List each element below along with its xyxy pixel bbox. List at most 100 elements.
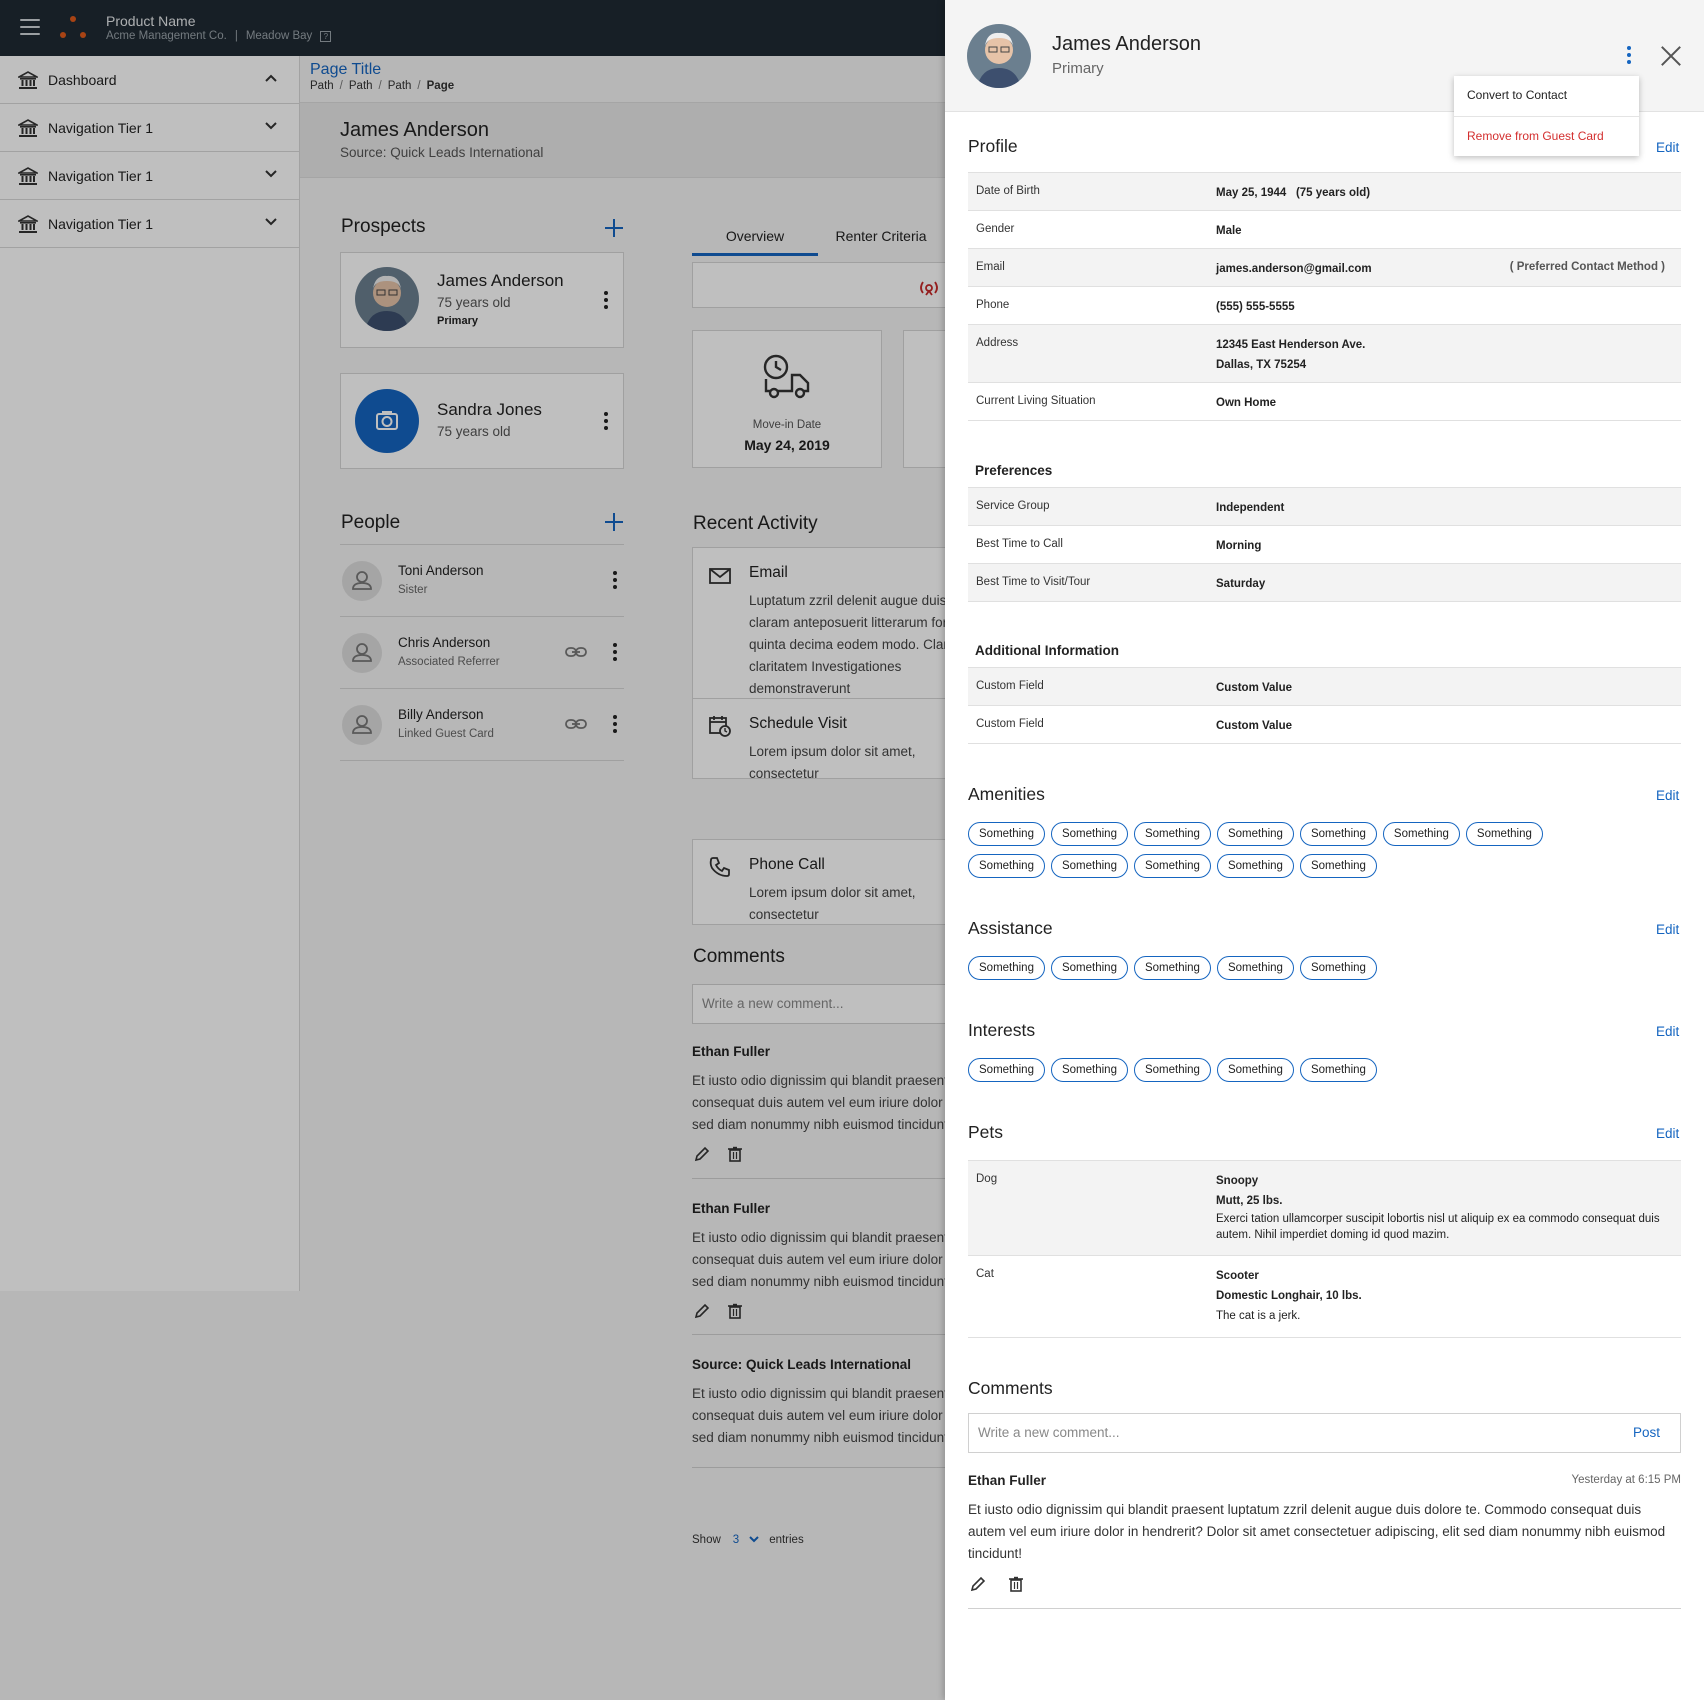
edit-amenities-button[interactable]: Edit <box>1656 788 1679 803</box>
table-row: Phone (555) 555-5555 <box>968 287 1681 325</box>
panel-contact-role: Primary <box>1052 60 1104 77</box>
field-label: Best Time to Visit/Tour <box>976 576 1091 588</box>
more-options-icon[interactable] <box>1626 46 1632 66</box>
interest-chip: Something <box>1299 1058 1377 1082</box>
pets-table: Dog Snoopy Mutt, 25 lbs. Exerci tation ull… <box>968 1160 1681 1338</box>
trash-icon[interactable] <box>1009 1576 1023 1592</box>
contact-detail-panel: James Anderson Primary Convert to Contac… <box>945 0 1704 1700</box>
comment-timestamp: Yesterday at 6:15 PM <box>1571 1474 1681 1486</box>
assistance-chip: Something <box>1216 956 1294 980</box>
pencil-icon[interactable] <box>970 1576 986 1592</box>
edit-interests-button[interactable]: Edit <box>1656 1024 1679 1039</box>
field-label: Date of Birth <box>976 185 1040 197</box>
field-label: Address <box>976 337 1019 349</box>
table-row: Date of Birth May 25, 1944 (75 years old… <box>968 173 1681 211</box>
menu-item-remove-from-guest-card[interactable]: Remove from Guest Card <box>1454 116 1639 156</box>
close-icon[interactable] <box>1660 45 1682 67</box>
divider <box>968 1608 1681 1609</box>
field-label: Custom Field <box>976 718 1044 730</box>
field-label: Email <box>976 261 1005 273</box>
field-value: james.anderson@gmail.com <box>1216 263 1372 275</box>
panel-comment-input[interactable]: Write a new comment... Post <box>968 1413 1681 1453</box>
amenity-chip: Something <box>1050 854 1128 878</box>
age-value: (75 years old) <box>1295 187 1371 199</box>
field-value: Custom Value <box>1216 682 1293 694</box>
assistance-chip: Something <box>1299 956 1377 980</box>
interests-chips: Something Something Something Something Some… <box>968 1058 1681 1090</box>
comment-body: Et iusto odio dignissim qui blandit prae… <box>968 1502 1666 1561</box>
table-row: Email james.anderson@gmail.com ( Preferr… <box>968 249 1681 287</box>
table-row: Best Time to Call Morning <box>968 526 1681 564</box>
amenity-chip: Something <box>1299 854 1377 878</box>
post-button[interactable]: Post <box>1633 1425 1660 1440</box>
amenity-chip: Something <box>1216 822 1294 846</box>
field-value: Own Home <box>1216 397 1277 409</box>
field-value: May 25, 1944 (75 years old) <box>1216 183 1370 203</box>
edit-assistance-button[interactable]: Edit <box>1656 922 1679 937</box>
pets-heading: Pets <box>968 1122 1004 1142</box>
modal-backdrop[interactable] <box>0 0 945 1700</box>
additional-info-table: Custom Field Custom Value Custom Field C… <box>968 667 1681 744</box>
amenity-chip: Something <box>1216 854 1294 878</box>
pet-breed: Mutt, 25 lbs. <box>1216 1195 1283 1207</box>
field-label: Custom Field <box>976 680 1044 692</box>
pet-details: Scooter Domestic Longhair, 10 lbs. The cat… <box>1216 1266 1666 1326</box>
table-row: Cat Scooter Domestic Longhair, 10 lbs. The… <box>968 1256 1681 1338</box>
amenity-chip: Something <box>1299 822 1377 846</box>
comment-placeholder: Write a new comment... <box>978 1425 1120 1440</box>
table-row: Dog Snoopy Mutt, 25 lbs. Exerci tation ull… <box>968 1161 1681 1256</box>
pet-breed: Domestic Longhair, 10 lbs. <box>1216 1290 1362 1302</box>
amenity-chip: Something <box>1133 822 1211 846</box>
amenities-chips: Something Something Something Something Some… <box>968 822 1681 886</box>
profile-heading: Profile <box>968 136 1018 156</box>
interest-chip: Something <box>968 1058 1045 1082</box>
amenity-chip: Something <box>1465 822 1543 846</box>
field-value: Male <box>1216 225 1242 237</box>
field-value: 12345 East Henderson Ave. Dallas, TX 7525… <box>1216 335 1365 375</box>
table-row: Custom Field Custom Value <box>968 706 1681 744</box>
amenity-chip: Something <box>1133 854 1211 878</box>
additional-info-heading: Additional Information <box>975 643 1119 658</box>
field-label: Phone <box>976 299 1010 311</box>
interests-heading: Interests <box>968 1020 1036 1040</box>
amenities-heading: Amenities <box>968 784 1045 804</box>
amenity-chip: Something <box>968 822 1045 846</box>
edit-profile-button[interactable]: Edit <box>1656 140 1679 155</box>
avatar <box>967 24 1031 88</box>
table-row: Custom Field Custom Value <box>968 668 1681 706</box>
field-value: Custom Value <box>1216 720 1293 732</box>
profile-table: Date of Birth May 25, 1944 (75 years old… <box>968 172 1681 421</box>
pet-type: Cat <box>976 1268 994 1280</box>
field-label: Best Time to Call <box>976 538 1063 550</box>
pet-note: Exerci tation ullamcorper suscipit lobor… <box>1216 1213 1660 1241</box>
field-label: Service Group <box>976 500 1050 512</box>
menu-item-convert-to-contact[interactable]: Convert to Contact <box>1454 76 1639 116</box>
assistance-heading: Assistance <box>968 918 1053 938</box>
assistance-chip: Something <box>1050 956 1128 980</box>
table-row: Best Time to Visit/Tour Saturday <box>968 564 1681 602</box>
panel-contact-name: James Anderson <box>1052 33 1201 55</box>
comment-author: Ethan Fuller <box>968 1473 1047 1488</box>
field-value: Saturday <box>1216 578 1266 590</box>
edit-pets-button[interactable]: Edit <box>1656 1126 1679 1141</box>
interest-chip: Something <box>1133 1058 1211 1082</box>
panel-comments-heading: Comments <box>968 1378 1053 1398</box>
table-row: Address 12345 East Henderson Ave. Dallas,… <box>968 325 1681 383</box>
pet-note: The cat is a jerk. <box>1216 1310 1301 1322</box>
table-row: Gender Male <box>968 211 1681 249</box>
preferences-heading: Preferences <box>975 463 1053 478</box>
table-row: Service Group Independent <box>968 488 1681 526</box>
dob-value: May 25, 1944 <box>1216 187 1287 199</box>
pet-name: Snoopy <box>1216 1175 1259 1187</box>
amenity-chip: Something <box>968 854 1045 878</box>
pet-type: Dog <box>976 1173 998 1185</box>
preferred-contact-note: ( Preferred Contact Method ) <box>1509 261 1665 273</box>
amenity-chip: Something <box>1050 822 1128 846</box>
address-line-1: 12345 East Henderson Ave. <box>1216 339 1366 351</box>
preferences-table: Service Group Independent Best Time to C… <box>968 487 1681 602</box>
assistance-chip: Something <box>1133 956 1211 980</box>
pet-details: Snoopy Mutt, 25 lbs. Exerci tation ullamco… <box>1216 1171 1666 1243</box>
field-value: (555) 555-5555 <box>1216 301 1295 313</box>
amenity-chip: Something <box>1382 822 1460 846</box>
pet-name: Scooter <box>1216 1270 1259 1282</box>
